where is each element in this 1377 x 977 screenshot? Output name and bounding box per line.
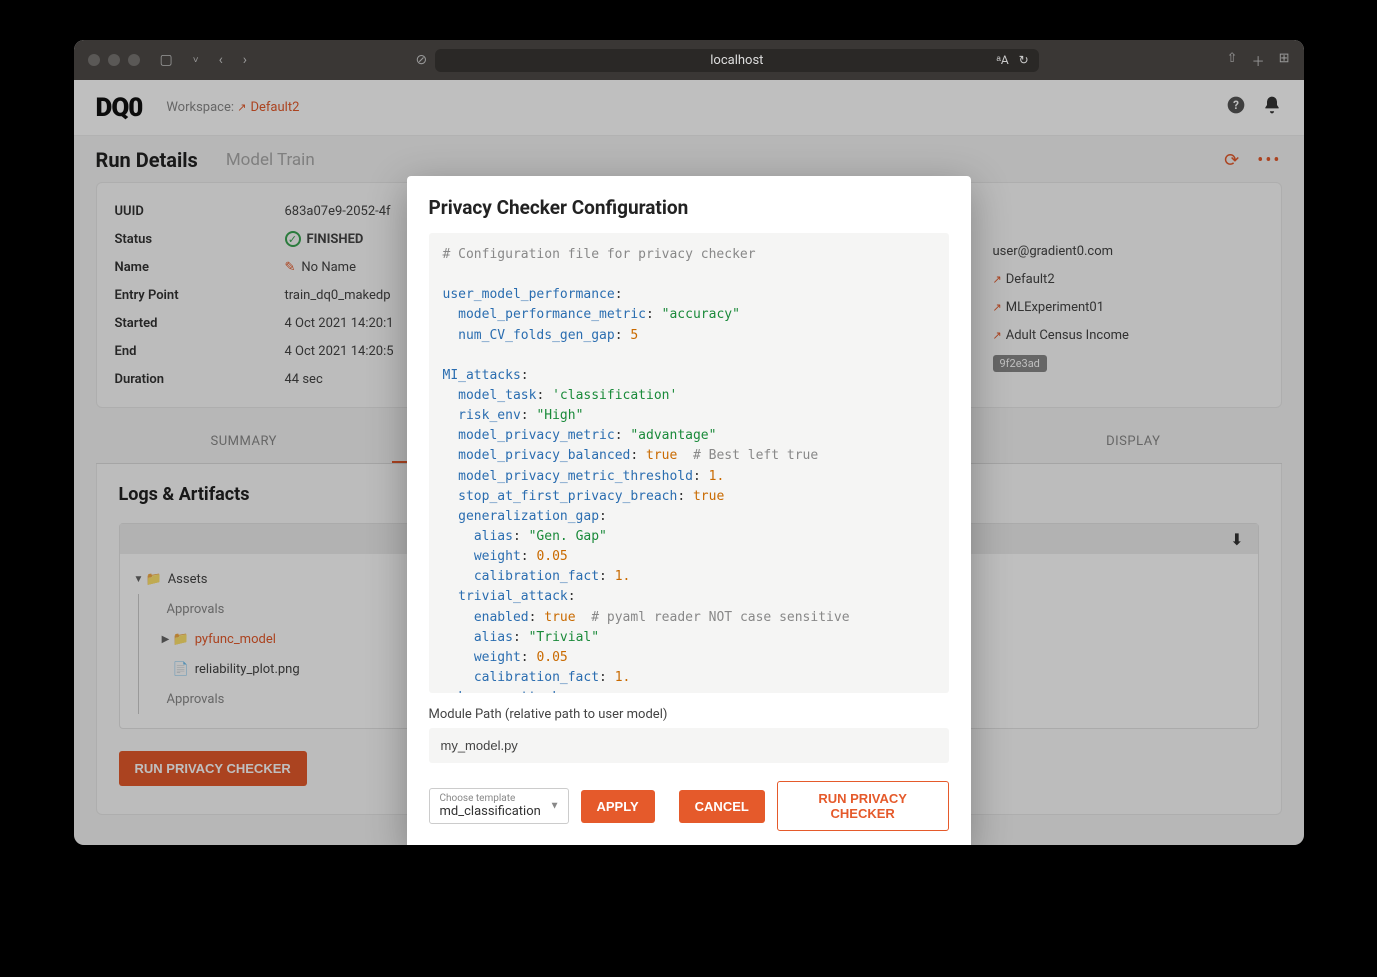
maximize-window-icon[interactable] xyxy=(128,54,140,66)
cancel-button[interactable]: CANCEL xyxy=(679,790,765,823)
module-path-input[interactable] xyxy=(429,728,949,763)
module-path-label: Module Path (relative path to user model… xyxy=(429,707,949,722)
sidebar-toggle-icon[interactable]: ▢ xyxy=(160,52,173,68)
share-icon[interactable]: ⇧ xyxy=(1227,51,1238,70)
shield-icon[interactable]: ⊘ xyxy=(416,52,428,68)
modal-scrim[interactable]: Privacy Checker Configuration # Configur… xyxy=(74,80,1304,845)
close-window-icon[interactable] xyxy=(88,54,100,66)
minimize-window-icon[interactable] xyxy=(108,54,120,66)
template-select[interactable]: Choose template md_classification ▼ xyxy=(429,788,569,824)
tabs-icon[interactable]: ⊞ xyxy=(1279,51,1290,70)
translate-icon[interactable]: ᵃA xyxy=(996,53,1008,67)
url-bar[interactable]: localhost ᵃA ↻ xyxy=(435,49,1039,72)
url-text: localhost xyxy=(453,53,1021,68)
modal-title: Privacy Checker Configuration xyxy=(429,196,949,219)
browser-titlebar: ▢ ˅ ‹ › localhost ᵃA ↻ ⊘ ⇧ ＋ ⊞ xyxy=(74,40,1304,80)
new-tab-icon[interactable]: ＋ xyxy=(1252,51,1265,70)
config-code[interactable]: # Configuration file for privacy checker… xyxy=(429,233,949,693)
traffic-lights xyxy=(88,54,140,66)
reload-icon[interactable]: ↻ xyxy=(1019,53,1029,67)
forward-icon[interactable]: › xyxy=(243,52,247,68)
run-privacy-checker-modal-button[interactable]: RUN PRIVACY CHECKER xyxy=(777,781,949,831)
browser-window: ▢ ˅ ‹ › localhost ᵃA ↻ ⊘ ⇧ ＋ ⊞ DQ0 Works… xyxy=(74,40,1304,845)
back-icon[interactable]: ‹ xyxy=(219,52,223,68)
apply-button[interactable]: APPLY xyxy=(581,790,655,823)
chevron-down-icon: ▼ xyxy=(550,801,560,812)
chevron-down-icon[interactable]: ˅ xyxy=(193,55,199,66)
privacy-checker-modal: Privacy Checker Configuration # Configur… xyxy=(407,176,971,845)
